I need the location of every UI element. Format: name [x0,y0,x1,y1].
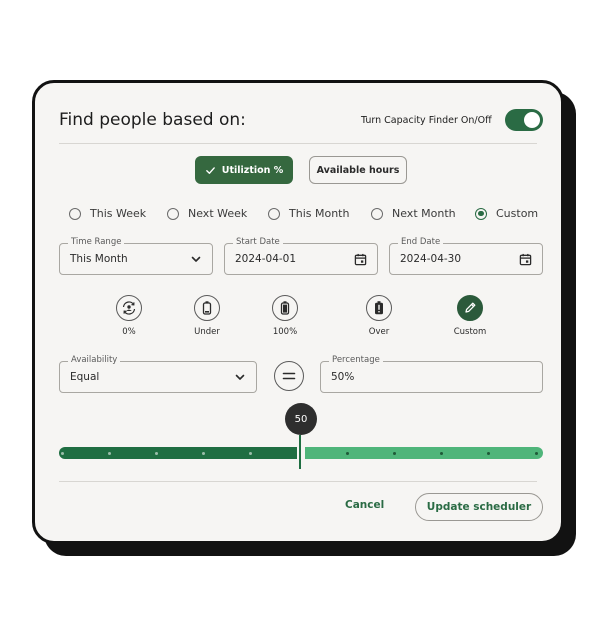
end-date-label: End Date [398,237,444,247]
radio-circle-checked [475,207,487,220]
calendar-icon[interactable] [519,253,532,266]
chevron-down-icon [235,374,245,380]
footer-divider [59,481,537,482]
slider-tick [108,451,111,455]
capacity-option-label: 0% [122,327,136,337]
radio-circle [167,207,179,220]
radio-circle [69,207,81,220]
radio-circle [268,207,280,220]
radio-this-week[interactable]: This Week [69,207,146,220]
sync-person-icon [116,295,142,321]
radio-custom[interactable]: Custom [475,207,538,220]
percentage-label: Percentage [329,355,383,365]
toggle-label: Turn Capacity Finder On/Off [361,115,492,126]
tab-available-hours[interactable]: Available hours [309,156,407,184]
battery-alert-icon [366,295,392,321]
capacity-option-label: Custom [453,327,487,337]
equals-operator-button[interactable] [274,361,304,391]
slider-tick [487,451,490,455]
radio-next-week[interactable]: Next Week [167,207,247,220]
update-scheduler-button[interactable]: Update scheduler [415,493,543,521]
capacity-option-over[interactable]: Over [349,295,409,337]
slider-tick [440,451,443,455]
battery-low-icon [194,295,220,321]
time-range-select[interactable]: Time Range This Month [59,237,213,275]
pencil-icon [457,295,483,321]
period-radio-group: This Week Next Week This Month Next Mont… [69,207,545,225]
slider-tick [155,451,158,455]
capacity-option-label: 100% [272,327,298,337]
availability-value: Equal [70,371,100,383]
capacity-option-custom[interactable]: Custom [440,295,500,337]
capacity-finder-toggle[interactable] [505,109,543,131]
capacity-option-under[interactable]: Under [177,295,237,337]
header-divider [59,143,537,144]
slider-tick [393,451,396,455]
battery-full-icon [272,295,298,321]
radio-label: Custom [496,207,539,220]
radio-label: Next Week [188,207,248,220]
tab-utilization[interactable]: Utiliztion % [195,156,293,184]
tab-utilization-label: Utiliztion % [221,164,284,176]
toggle-knob [524,112,540,128]
equals-icon [282,372,296,380]
slider-thumb[interactable] [299,435,301,469]
radio-label: This Week [90,207,147,220]
end-date-value: 2024-04-30 [400,253,462,265]
radio-label: This Month [289,207,350,220]
slider-tick [346,451,349,455]
cancel-button[interactable]: Cancel [345,499,384,511]
availability-select[interactable]: Availability Equal [59,355,257,393]
chevron-down-icon [191,256,201,262]
start-date-label: Start Date [233,237,283,247]
percentage-value: 50% [331,371,355,383]
slider-track-filled[interactable] [59,447,297,459]
capacity-finder-card: Find people based on: Turn Capacity Find… [32,80,564,544]
slider-value-bubble: 50 [285,403,317,435]
radio-circle [371,207,383,220]
capacity-option-full[interactable]: 100% [255,295,315,337]
radio-next-month[interactable]: Next Month [371,207,456,220]
radio-this-month[interactable]: This Month [268,207,349,220]
tab-available-hours-label: Available hours [316,164,400,176]
page-title: Find people based on: [59,110,246,130]
slider-track-rest[interactable] [305,447,543,459]
slider-tick [249,451,252,455]
percentage-input[interactable]: Percentage 50% [320,355,543,393]
radio-label: Next Month [392,207,456,220]
calendar-icon[interactable] [354,253,367,266]
time-range-value: This Month [70,253,128,265]
capacity-option-label: Over [368,327,390,337]
check-icon [205,166,215,174]
start-date-field[interactable]: Start Date 2024-04-01 [224,237,378,275]
capacity-option-zero[interactable]: 0% [99,295,159,337]
slider-tick [535,451,538,455]
slider-tick [61,451,64,455]
end-date-field[interactable]: End Date 2024-04-30 [389,237,543,275]
start-date-value: 2024-04-01 [235,253,297,265]
capacity-option-label: Under [194,327,220,337]
slider-tick [202,451,205,455]
time-range-label: Time Range [68,237,125,247]
availability-label: Availability [68,355,121,365]
